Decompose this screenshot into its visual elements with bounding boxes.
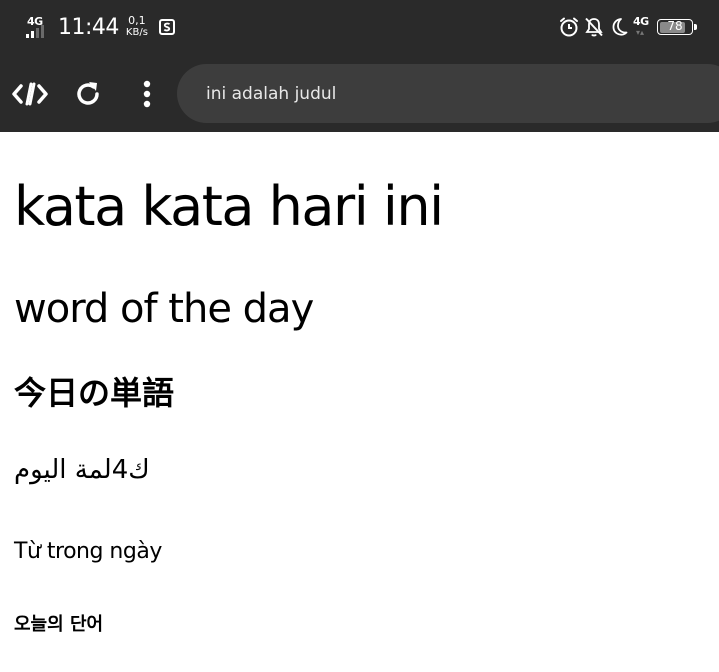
reload-icon — [77, 82, 99, 105]
heading-2: word of the day — [14, 286, 314, 332]
heading-1: kata kata hari ini — [14, 175, 444, 238]
alarm-icon — [560, 17, 578, 37]
status-bar-right: 4G ▾▴ 78 — [558, 14, 697, 40]
network-speed-unit: KB/s — [125, 27, 148, 38]
address-bar[interactable]: ini adalah judul — [177, 64, 719, 123]
status-bar: 4G 11:44 0,1 KB/s 4G ▾▴ 78 — [0, 0, 719, 52]
network-speed: 0,1 KB/s — [126, 15, 148, 39]
silent-icon — [585, 17, 603, 37]
address-bar-text: ini adalah judul — [206, 83, 337, 104]
status-bar-left: 4G 11:44 0,1 KB/s — [26, 13, 176, 41]
heading-4: ك4لمة اليوم — [14, 455, 150, 485]
signal-icon: 4G — [26, 15, 54, 39]
code-icon — [12, 82, 48, 106]
heading-3: 今日の単語 — [14, 374, 175, 412]
heading-5: Từ trong ngày — [14, 539, 162, 564]
heading-6: 오늘의 단어 — [14, 614, 104, 635]
dev-tools-button[interactable] — [8, 74, 52, 114]
browser-toolbar: ini adalah judul — [0, 52, 719, 132]
more-vert-icon — [143, 80, 151, 108]
reload-button[interactable] — [68, 74, 108, 114]
network-type-right-label: 4G — [633, 15, 649, 28]
screenshot-icon — [158, 19, 175, 35]
battery-icon: 78 — [657, 19, 697, 35]
menu-button[interactable] — [130, 74, 164, 114]
network-right-icon: 4G ▾▴ — [633, 15, 649, 37]
battery-level: 78 — [667, 19, 683, 33]
network-speed-value: 0,1 — [128, 14, 146, 27]
status-time: 11:44 — [58, 14, 119, 40]
moon-icon — [612, 18, 628, 36]
